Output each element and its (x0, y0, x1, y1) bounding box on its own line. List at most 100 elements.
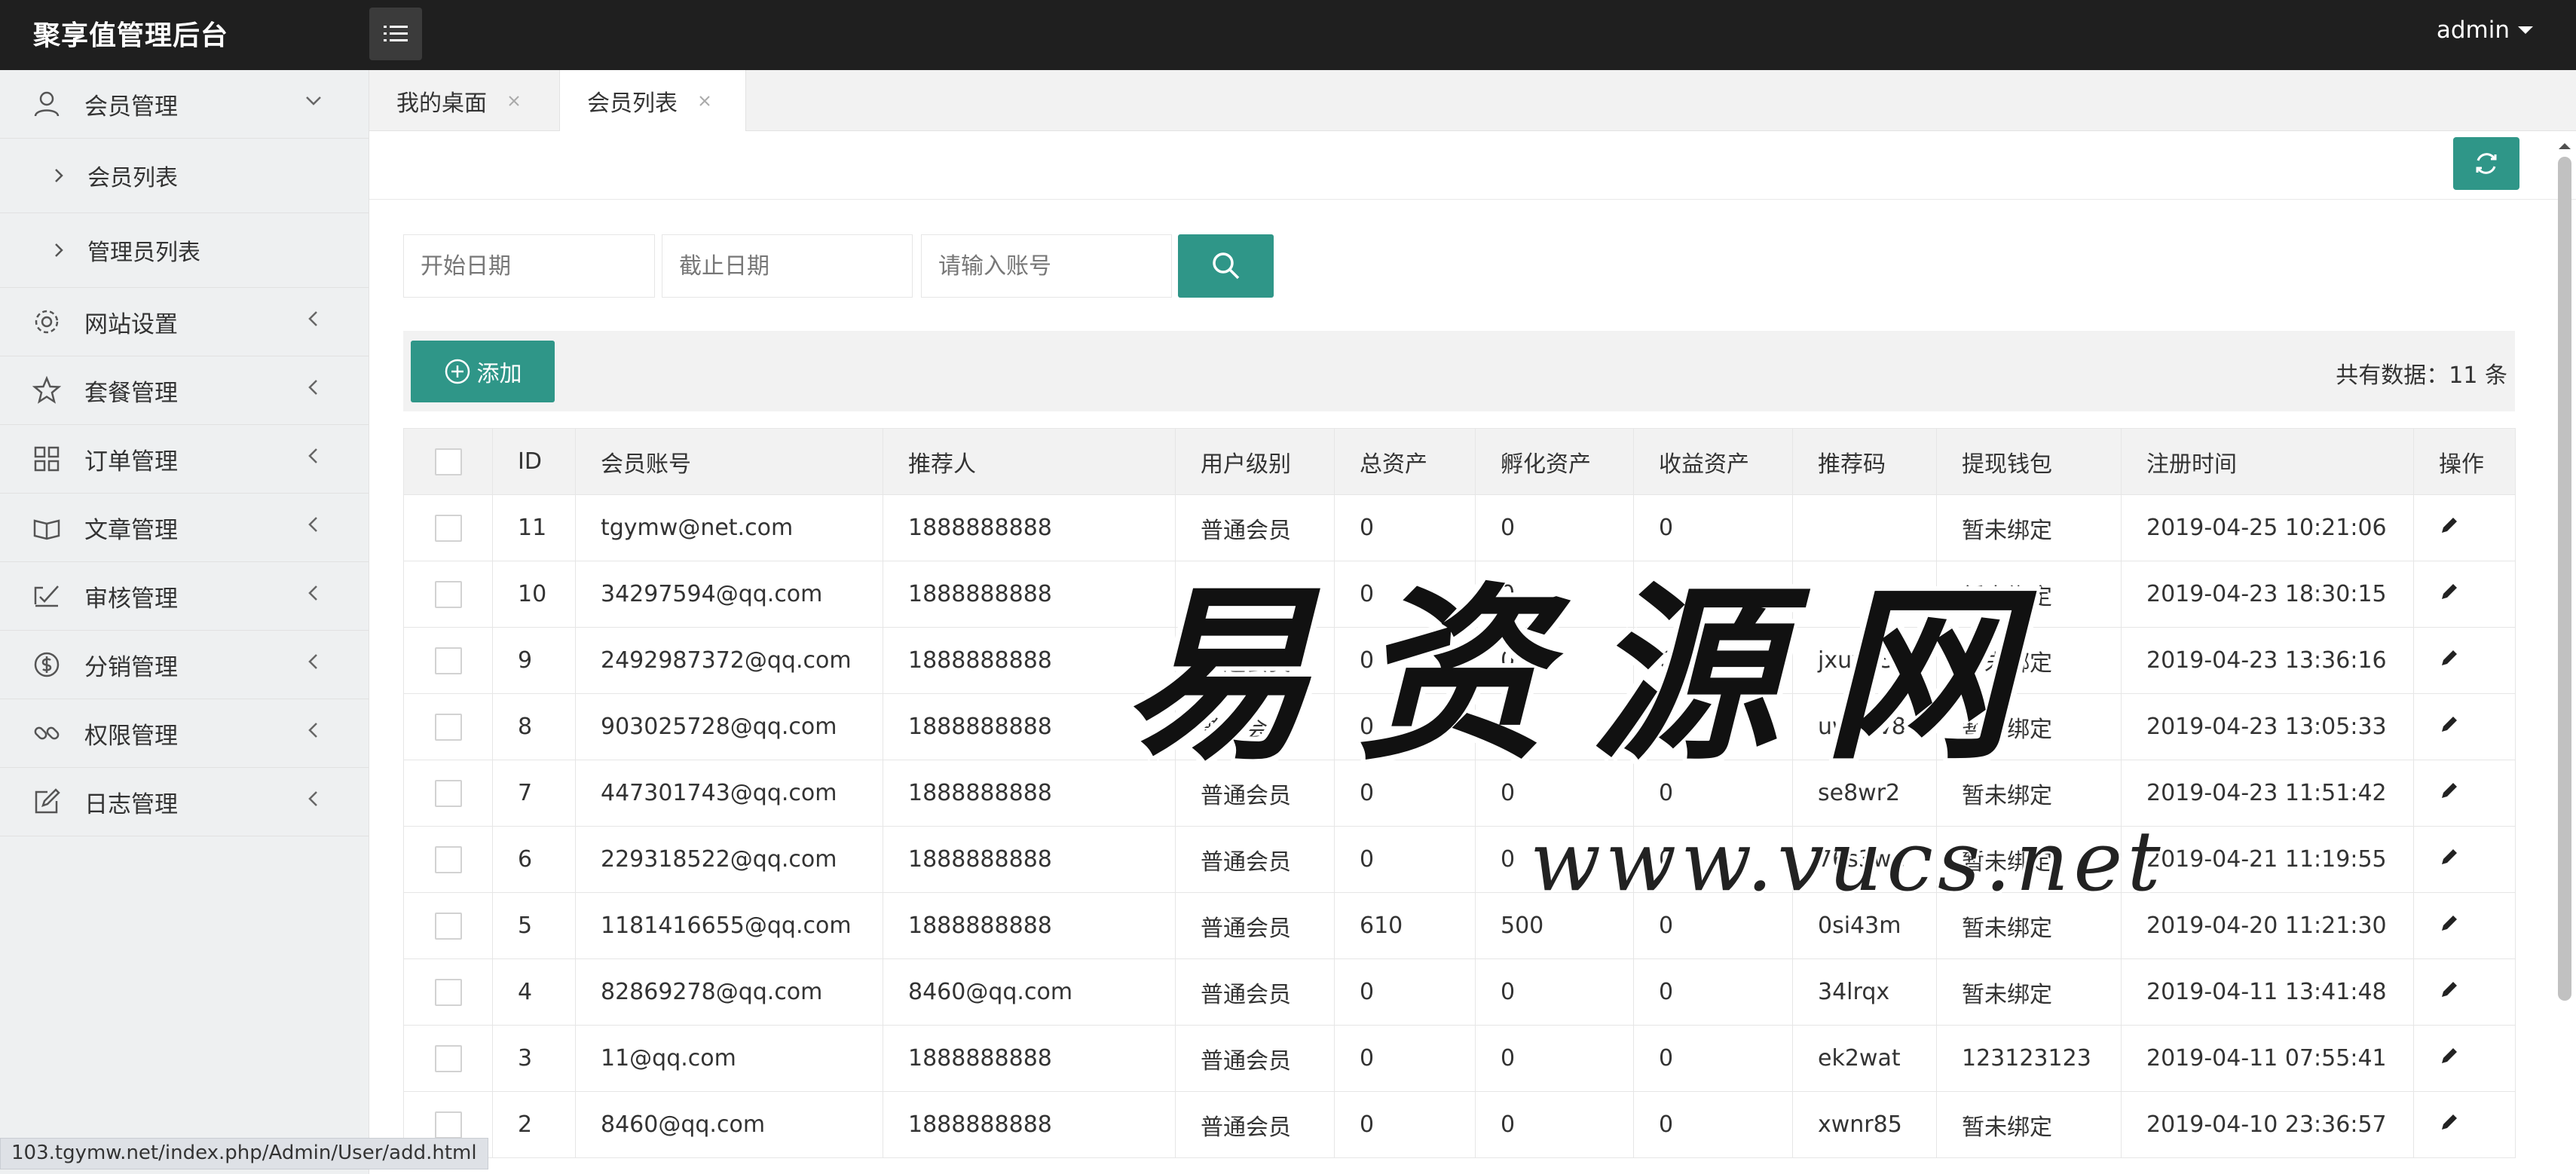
search-icon (1212, 252, 1239, 280)
menu-toggle-button[interactable] (369, 8, 422, 60)
close-icon[interactable] (506, 93, 522, 109)
sidebar-item-articles[interactable]: 文章管理 (0, 494, 369, 562)
scrollbar-thumb[interactable] (2558, 157, 2571, 1001)
main-content: 添加 共有数据：11 条 ID 会员账号 推荐人 用户级别 总资产 孵化资产 收… (369, 131, 2576, 1174)
end-date-input[interactable] (662, 234, 913, 298)
row-checkbox[interactable] (434, 978, 462, 1006)
sidebar-item-orders[interactable]: 订单管理 (0, 425, 369, 494)
edit-icon[interactable] (2439, 714, 2460, 735)
tab-desktop[interactable]: 我的桌面 (369, 70, 558, 131)
chevron-left-icon (308, 517, 317, 532)
row-checkbox[interactable] (434, 514, 462, 542)
start-date-input[interactable] (403, 234, 655, 298)
table-cell: 暂未绑定 (1936, 494, 2122, 561)
column-header[interactable]: 提现钱包 (1936, 428, 2122, 495)
chevron-left-icon (308, 311, 317, 326)
table-row[interactable]: 4 82869278@qq.com 8460@qq.com 普通会员 0 0 0 34lrqx… (403, 958, 2516, 1026)
table-row[interactable]: 7 447301743@qq.com 1888888888 普通会员 0 0 0 se8wr2… (403, 760, 2516, 827)
row-checkbox[interactable] (434, 580, 462, 608)
row-checkbox[interactable] (434, 912, 462, 940)
member-table-body: 11 tgymw@net.com 1888888888 普通会员 0 0 0 暂未绑定 2019… (403, 494, 2516, 1158)
column-header[interactable]: 孵化资产 (1475, 428, 1634, 495)
column-header[interactable]: 推荐人 (883, 428, 1176, 495)
sidebar-item-permissions[interactable]: 权限管理 (0, 699, 369, 768)
column-header[interactable]: 操作 (2413, 428, 2516, 495)
table-cell: 6 (492, 826, 576, 893)
chevron-down-icon (306, 96, 321, 105)
column-header[interactable]: 会员账号 (575, 428, 883, 495)
edit-icon[interactable] (2439, 1045, 2460, 1066)
sidebar-item-members[interactable]: 会员管理 (0, 70, 369, 139)
edit-icon[interactable] (2439, 979, 2460, 1000)
close-icon[interactable] (697, 93, 712, 109)
account-search-input[interactable] (921, 234, 1172, 298)
table-row[interactable]: 9 2492987372@qq.com 1888888888 普通会员 0 0 0 jxuv4… (403, 627, 2516, 694)
vertical-scrollbar[interactable] (2555, 139, 2574, 1174)
table-cell: 0si43m (1792, 892, 1937, 959)
table-cell: 2019-04-11 13:41:48 (2121, 958, 2414, 1026)
select-all-checkbox[interactable] (434, 448, 462, 475)
sidebar-item-packages[interactable]: 套餐管理 (0, 356, 369, 425)
tab-bar: 我的桌面 会员列表 (369, 70, 2576, 132)
table-row[interactable]: 8 903025728@qq.com 1888888888 普通会员 0 0 0 uwkbv8… (403, 693, 2516, 760)
column-header[interactable]: 注册时间 (2121, 428, 2414, 495)
edit-icon[interactable] (2439, 913, 2460, 934)
table-cell: 0 (1633, 627, 1793, 694)
sidebar-item-label: 权限管理 (84, 722, 178, 750)
user-icon (32, 89, 62, 119)
edit-icon[interactable] (2439, 846, 2460, 867)
table-row[interactable]: 11 tgymw@net.com 1888888888 普通会员 0 0 0 暂未绑定 2019… (403, 494, 2516, 561)
sidebar-item-distribution[interactable]: 分销管理 (0, 631, 369, 699)
sidebar-item-review[interactable]: 审核管理 (0, 562, 369, 631)
scroll-up-icon[interactable] (2555, 139, 2574, 154)
sidebar-item-logs[interactable]: 日志管理 (0, 768, 369, 836)
edit-icon[interactable] (2439, 1111, 2460, 1133)
tab-label: 会员列表 (587, 90, 678, 117)
column-header[interactable]: 总资产 (1334, 428, 1476, 495)
table-cell: 2019-04-23 13:36:16 (2121, 627, 2414, 694)
actions-cell (2413, 826, 2516, 893)
row-checkbox[interactable] (434, 647, 462, 674)
table-row[interactable]: 6 229318522@qq.com 1888888888 普通会员 0 0 0 76s3we… (403, 826, 2516, 893)
table-row[interactable]: 10 34297594@qq.com 1888888888 普通会员 0 0 0 暂未绑定 20… (403, 561, 2516, 628)
row-checkbox[interactable] (434, 779, 462, 807)
column-header[interactable]: 用户级别 (1175, 428, 1335, 495)
user-menu[interactable]: admin (2437, 17, 2534, 44)
search-button[interactable] (1178, 234, 1274, 298)
table-cell: 76s3we (1792, 826, 1937, 893)
edit-icon[interactable] (2439, 647, 2460, 668)
table-cell: 0 (1334, 826, 1476, 893)
edit-icon[interactable] (2439, 581, 2460, 602)
tab-member-list[interactable]: 会员列表 (559, 70, 746, 132)
column-header[interactable]: ID (492, 428, 576, 495)
table-cell: 0 (1633, 561, 1793, 628)
table-cell (1792, 561, 1937, 628)
column-header[interactable]: 推荐码 (1792, 428, 1937, 495)
sidebar: 会员管理 会员列表 管理员列表 网站设置 套餐管理 订单管理 文章管理 审核管理… (0, 70, 369, 1174)
table-cell: 0 (1334, 1091, 1476, 1158)
refresh-button[interactable] (2453, 137, 2519, 190)
table-row[interactable]: 3 11@qq.com 1888888888 普通会员 0 0 0 ek2wat 1231231… (403, 1025, 2516, 1092)
sidebar-subitem-admin-list[interactable]: 管理员列表 (0, 213, 369, 288)
table-cell: 1888888888 (883, 760, 1176, 827)
table-row[interactable]: 2 8460@qq.com 1888888888 普通会员 0 0 0 xwnr85 暂未绑定 2… (403, 1091, 2516, 1158)
table-row[interactable]: 5 1181416655@qq.com 1888888888 普通会员 610 500 0 0… (403, 892, 2516, 959)
table-cell: 暂未绑定 (1936, 627, 2122, 694)
chevron-left-icon (308, 448, 317, 463)
top-navbar: 聚享值管理后台 admin (0, 0, 2576, 70)
table-cell: 11 (492, 494, 576, 561)
row-checkbox[interactable] (434, 845, 462, 873)
row-checkbox[interactable] (434, 1044, 462, 1072)
edit-icon[interactable] (2439, 515, 2460, 536)
app-title: 聚享值管理后台 (33, 20, 229, 51)
row-checkbox[interactable] (434, 1111, 462, 1139)
edit-icon[interactable] (2439, 780, 2460, 801)
row-checkbox[interactable] (434, 713, 462, 741)
column-header[interactable]: 收益资产 (1633, 428, 1793, 495)
add-member-button[interactable]: 添加 (411, 341, 555, 402)
table-cell: 2019-04-20 11:21:30 (2121, 892, 2414, 959)
actions-cell (2413, 892, 2516, 959)
gear-icon (32, 307, 62, 337)
sidebar-subitem-member-list[interactable]: 会员列表 (0, 139, 369, 213)
sidebar-item-site-settings[interactable]: 网站设置 (0, 288, 369, 356)
